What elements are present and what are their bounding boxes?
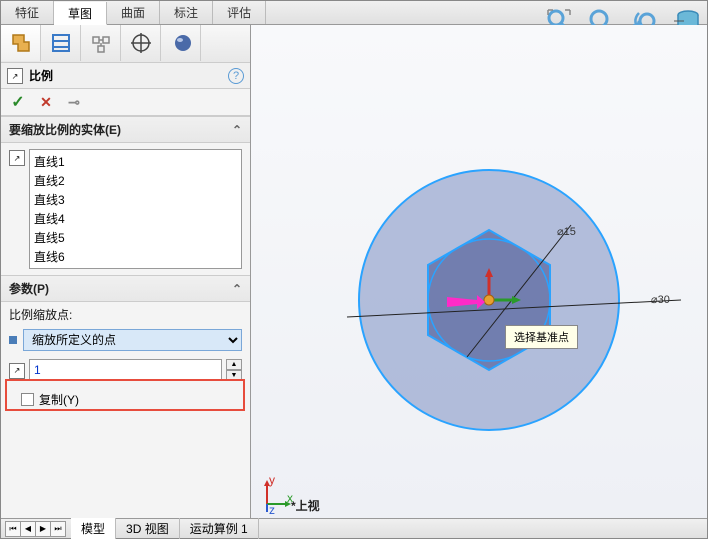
tab-3dview[interactable]: 3D 视图 (116, 518, 180, 539)
panel-title: 比例 (29, 67, 53, 84)
tab-annotation[interactable]: 标注 (160, 1, 213, 24)
view-orientation-label: *上视 (291, 497, 320, 514)
entity-list[interactable]: 直线1 直线2 直线3 直线4 直线5 直线6 圆弧1 圆弧2 (29, 149, 242, 269)
list-item[interactable]: 直线6 (32, 247, 239, 266)
list-item[interactable]: 直线5 (32, 228, 239, 247)
scale-icon: ↗ (7, 68, 23, 84)
tab-surface[interactable]: 曲面 (107, 1, 160, 24)
spin-buttons: ▲ ▼ (226, 359, 242, 381)
tab-nav-first-button[interactable]: ⏮ (5, 521, 21, 537)
graphics-viewport[interactable]: ⌀15 ⌀30 选择基准点 y x z *上视 (251, 25, 707, 518)
section-params-header[interactable]: 参数(P) ⌃ (1, 275, 250, 302)
ok-button[interactable]: ✓ (9, 93, 27, 111)
pin-button[interactable]: ⊸ (65, 93, 83, 111)
spin-down-button[interactable]: ▼ (226, 370, 242, 381)
list-item[interactable]: 直线1 (32, 152, 239, 171)
panel-tab-bar (1, 25, 250, 63)
collapse-icon[interactable]: ⌃ (232, 282, 242, 296)
svg-text:z: z (269, 503, 275, 514)
tab-nav-last-button[interactable]: ⏭ (50, 521, 66, 537)
panel-tab-appearance[interactable] (161, 25, 201, 61)
panel-tab-property[interactable] (41, 25, 81, 61)
tab-nav-next-button[interactable]: ▶ (35, 521, 51, 537)
tooltip: 选择基准点 (505, 325, 578, 349)
dropdown-marker-icon (9, 336, 17, 344)
panel-tab-config[interactable] (81, 25, 121, 61)
tab-motion[interactable]: 运动算例 1 (180, 518, 259, 539)
dimension-label[interactable]: ⌀30 (651, 293, 670, 306)
tab-feature[interactable]: 特征 (1, 1, 54, 24)
list-item[interactable]: 圆弧1 (32, 266, 239, 269)
panel-tab-feature[interactable] (1, 25, 41, 61)
help-icon[interactable]: ? (228, 68, 244, 84)
scale-point-dropdown[interactable]: 缩放所定义的点 (23, 329, 242, 351)
document-tabs: ⏮ ◀ ▶ ⏭ 模型 3D 视图 运动算例 1 (1, 518, 707, 538)
section-entities-header[interactable]: 要缩放比例的实体(E) ⌃ (1, 116, 250, 143)
dimension-label[interactable]: ⌀15 (557, 225, 576, 238)
cancel-button[interactable]: ✕ (37, 93, 55, 111)
scale-factor-input[interactable] (29, 359, 222, 381)
list-item[interactable]: 直线4 (32, 209, 239, 228)
list-item[interactable]: 直线3 (32, 190, 239, 209)
panel-tab-dimxpert[interactable] (121, 25, 161, 61)
property-panel: ↗ 比例 ? ✓ ✕ ⊸ 要缩放比例的实体(E) ⌃ ↗ 直线1 直线2 直线3… (1, 25, 251, 518)
tab-evaluate[interactable]: 评估 (213, 1, 266, 24)
panel-actions: ✓ ✕ ⊸ (1, 89, 250, 116)
tab-model[interactable]: 模型 (71, 518, 116, 539)
scale-point-label: 比例缩放点: (1, 302, 250, 327)
section-params-label: 参数(P) (9, 280, 49, 297)
tab-sketch[interactable]: 草图 (54, 2, 107, 25)
panel-header: ↗ 比例 ? (1, 63, 250, 89)
entity-picker-icon[interactable]: ↗ (9, 150, 25, 166)
scale-factor-icon[interactable]: ↗ (9, 363, 25, 379)
collapse-icon[interactable]: ⌃ (232, 123, 242, 137)
tab-nav-prev-button[interactable]: ◀ (20, 521, 36, 537)
section-entities-label: 要缩放比例的实体(E) (9, 121, 121, 138)
list-item[interactable]: 直线2 (32, 171, 239, 190)
copy-checkbox[interactable] (21, 393, 34, 406)
spin-up-button[interactable]: ▲ (226, 359, 242, 370)
copy-label: 复制(Y) (39, 391, 79, 408)
annotation-arrow-icon (447, 295, 485, 309)
svg-text:y: y (269, 474, 275, 487)
